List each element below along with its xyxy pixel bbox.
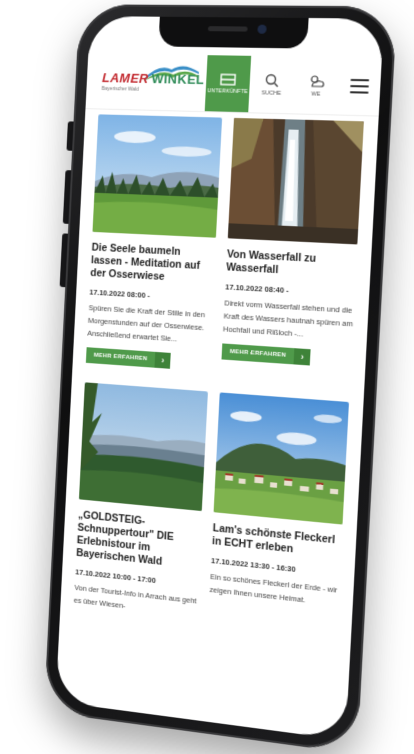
search-icon	[265, 73, 280, 87]
site-logo[interactable]: LAMER WINKEL Bayerischer Wald	[101, 70, 206, 94]
event-list: Die Seele baumeln lassen - Meditation au…	[56, 114, 379, 740]
logo-word-winkel: WINKEL	[151, 71, 205, 87]
valley-view-photo[interactable]	[79, 382, 208, 511]
meadow-forest-photo[interactable]	[92, 114, 222, 237]
event-card-meditation[interactable]: Die Seele baumeln lassen - Meditation au…	[86, 114, 222, 371]
logo-word-lamer: LAMER	[102, 70, 149, 86]
menu-line	[350, 79, 369, 81]
nav-accommodation[interactable]: Unterkünfte	[205, 55, 251, 112]
bed-icon	[220, 73, 236, 85]
nav-weather-label: WE	[311, 91, 320, 97]
phone-mockup: LAMER WINKEL Bayerischer Wald Unterkünft…	[44, 4, 397, 754]
phone-screen: LAMER WINKEL Bayerischer Wald Unterkünft…	[56, 16, 384, 740]
more-info-label: Mehr erfahren	[86, 352, 155, 363]
header-nav: Unterkünfte Suche WE	[205, 55, 382, 115]
waterfall-photo[interactable]	[228, 118, 364, 245]
logo-tagline: Bayerischer Wald	[101, 86, 205, 94]
nav-weather[interactable]: WE	[292, 57, 340, 115]
notch	[158, 17, 308, 49]
village-photo[interactable]	[214, 392, 349, 524]
more-info-button[interactable]: Mehr erfahren ›	[86, 347, 171, 369]
event-title[interactable]: „GOLDSTEIG-Schnuppertour" DIE Erlebnisto…	[76, 509, 201, 573]
chevron-right-icon: ›	[294, 348, 311, 365]
event-title[interactable]: Von Wasserfall zu Wasserfall	[226, 248, 357, 281]
site-header: LAMER WINKEL Bayerischer Wald Unterkünft…	[85, 53, 381, 116]
nav-accommodation-label: Unterkünfte	[207, 88, 248, 95]
chevron-right-icon: ›	[155, 352, 171, 369]
more-info-label: Mehr erfahren	[222, 348, 295, 359]
menu-button[interactable]	[337, 57, 381, 115]
front-camera	[257, 25, 266, 34]
event-date: 17.10.2022 08:00 -	[89, 288, 213, 304]
event-date: 17.10.2022 08:40 -	[225, 282, 355, 298]
event-description: Spüren Sie die Kraft der Stille in den M…	[87, 301, 212, 347]
event-card-goldsteig[interactable]: „GOLDSTEIG-Schnuppertour" DIE Erlebnisto…	[74, 382, 208, 620]
more-info-button[interactable]: Mehr erfahren ›	[221, 343, 310, 365]
menu-line	[350, 85, 369, 87]
weather-icon	[308, 74, 325, 89]
event-title[interactable]: Lam's schönste Fleckerl in ECHT erleben	[212, 522, 342, 561]
nav-search-label: Suche	[261, 90, 281, 96]
event-title[interactable]: Die Seele baumeln lassen - Meditation au…	[90, 242, 215, 287]
event-description: Direkt vorm Wasserfall stehen und die Kr…	[223, 296, 354, 343]
speaker-grille	[208, 26, 248, 31]
menu-line	[350, 91, 369, 93]
event-card-lam[interactable]: Lam's schönste Fleckerl in ECHT erleben …	[208, 392, 349, 636]
nav-search[interactable]: Suche	[248, 56, 295, 114]
event-card-waterfall[interactable]: Von Wasserfall zu Wasserfall 17.10.2022 …	[221, 118, 364, 382]
